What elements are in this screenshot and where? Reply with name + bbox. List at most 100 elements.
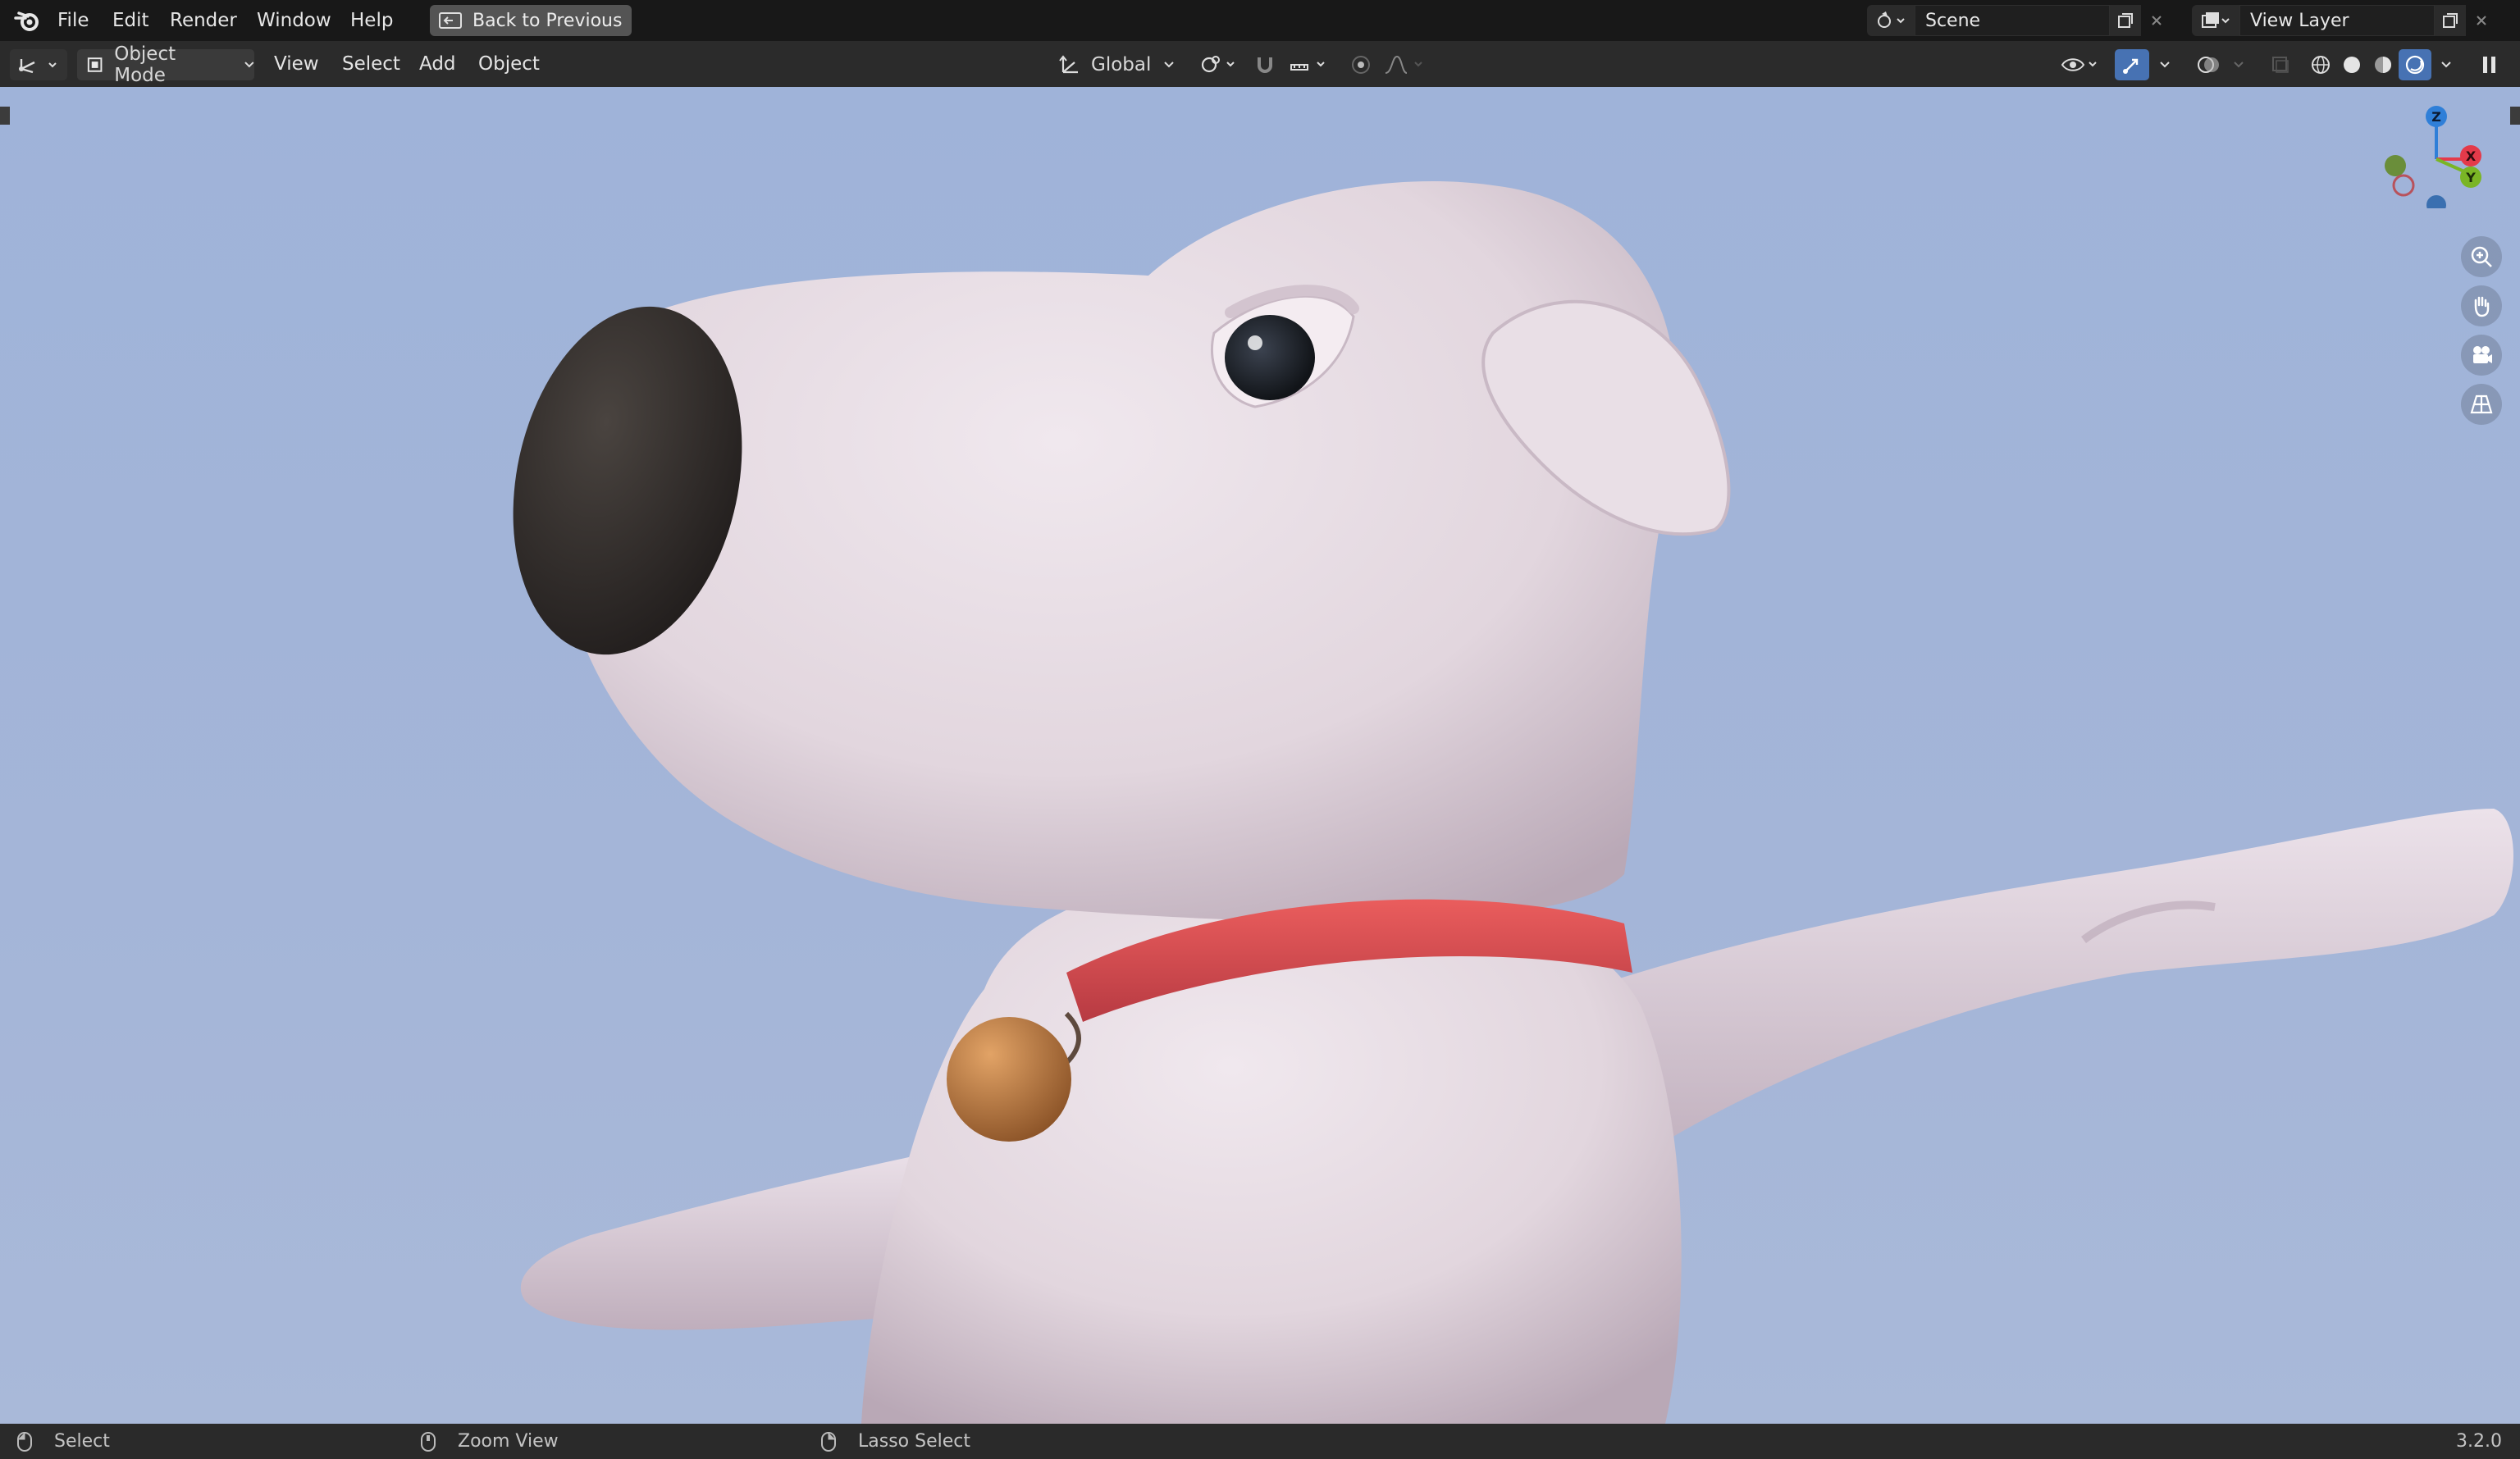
proportional-editing-toggle[interactable] (1345, 49, 1376, 80)
status-bar: Select Zoom View Lasso Select 3.2.0 (0, 1424, 2520, 1459)
status-select-label: Select (54, 1431, 110, 1452)
back-to-previous-button[interactable]: Back to Previous (430, 5, 632, 36)
blender-logo-icon[interactable] (13, 8, 41, 33)
falloff-curve-icon (1385, 55, 1422, 74)
snap-increment-icon (1290, 62, 1325, 71)
xray-toggle[interactable] (2266, 49, 2295, 80)
snap-target-dropdown[interactable] (1285, 49, 1334, 80)
gizmo-y-label: Y (2465, 170, 2476, 185)
wireframe-shading-button[interactable] (2305, 49, 2336, 80)
shading-options-dropdown[interactable] (2433, 49, 2459, 80)
view-layer-browse-dropdown[interactable] (2192, 5, 2239, 36)
chevron-down-icon (2234, 62, 2244, 68)
status-zoom-label: Zoom View (458, 1431, 559, 1452)
sidebar-expand-handle[interactable] (2510, 107, 2520, 125)
navigation-gizmo[interactable]: Z X Y (2371, 102, 2494, 208)
menu-file[interactable]: File (57, 0, 89, 41)
top-bar: File Edit Render Window Help Back to Pre… (0, 0, 2520, 41)
zoom-icon (2471, 246, 2492, 267)
chevron-down-icon (1164, 62, 1175, 68)
menu-view[interactable]: View (274, 41, 319, 87)
pivot-icon (1201, 56, 1235, 73)
pan-view-button[interactable] (2461, 285, 2502, 326)
menu-help[interactable]: Help (350, 0, 393, 41)
scene-selector[interactable]: Scene (1867, 5, 2179, 36)
overlays-toggle[interactable] (2190, 49, 2226, 80)
menu-render[interactable]: Render (170, 0, 237, 41)
dog-collar-bell (947, 1017, 1071, 1142)
hand-pan-icon (2474, 296, 2490, 317)
duplicate-icon (2443, 13, 2458, 28)
perspective-toggle-button[interactable] (2461, 384, 2502, 425)
pivot-point-dropdown[interactable] (1194, 49, 1242, 80)
magnet-icon (1258, 57, 1272, 73)
dog-head (555, 180, 1677, 922)
3d-viewport-editor-icon (19, 59, 57, 74)
overlays-dropdown[interactable] (2226, 49, 2251, 80)
mouse-right-click-icon (821, 1431, 836, 1452)
gizmo-x-label: X (2466, 148, 2477, 164)
zoom-view-button[interactable] (2461, 236, 2502, 277)
solid-sphere-icon (2344, 57, 2360, 73)
wireframe-sphere-icon (2312, 56, 2330, 74)
gizmo-z-label: Z (2431, 109, 2441, 125)
new-scene-button[interactable] (2110, 5, 2141, 36)
toolbar-expand-handle[interactable] (0, 107, 10, 125)
visibility-dropdown[interactable] (2057, 49, 2105, 80)
status-lasso-label: Lasso Select (858, 1431, 970, 1452)
transform-orientation-dropdown[interactable]: Global (1053, 49, 1185, 80)
view-layer-selector[interactable]: View Layer (2192, 5, 2504, 36)
status-select-hint: Select (16, 1424, 110, 1459)
object-mode-icon (87, 57, 103, 72)
mode-label: Object Mode (114, 43, 176, 86)
status-zoom-hint: Zoom View (420, 1424, 559, 1459)
back-arrow-icon (439, 12, 462, 29)
delete-view-layer-button[interactable] (2466, 5, 2497, 36)
menu-select[interactable]: Select (342, 41, 400, 87)
object-mode-dropdown[interactable]: Object Mode (77, 43, 254, 86)
overlays-icon (2198, 57, 2219, 73)
rendered-shading-button[interactable] (2399, 49, 2431, 80)
pause-icon (2483, 57, 2495, 73)
gizmo-dropdown[interactable] (2149, 49, 2180, 80)
snap-toggle[interactable] (1249, 49, 1281, 80)
chevron-down-icon (2160, 62, 2170, 68)
proportional-falloff-dropdown[interactable] (1380, 49, 1431, 80)
back-button-label: Back to Previous (472, 10, 623, 31)
status-lasso-hint: Lasso Select (820, 1424, 970, 1459)
menu-add[interactable]: Add (419, 41, 456, 87)
solid-shading-button[interactable] (2336, 49, 2367, 80)
close-icon (2477, 16, 2486, 25)
menu-edit[interactable]: Edit (112, 0, 149, 41)
camera-icon (2473, 346, 2492, 363)
scene-icon (1878, 11, 1905, 28)
pause-render-button[interactable] (2472, 49, 2507, 80)
eye-icon (2061, 58, 2097, 71)
dog-eye-highlight (1248, 335, 1262, 350)
editor-type-dropdown[interactable] (10, 49, 67, 80)
new-view-layer-button[interactable] (2435, 5, 2466, 36)
camera-view-button[interactable] (2461, 335, 2502, 376)
gizmo-icon (2123, 58, 2139, 74)
orientation-axes-icon (1059, 55, 1078, 74)
menu-window[interactable]: Window (257, 0, 331, 41)
proportional-edit-icon (1352, 56, 1370, 74)
scene-name-field[interactable]: Scene (1915, 5, 2110, 36)
view-layer-icon (2202, 12, 2230, 28)
menu-object[interactable]: Object (478, 41, 540, 87)
material-sphere-icon (2375, 57, 2391, 73)
chevron-down-icon (2441, 62, 2451, 68)
viewport-header: Object Mode View Select Add Object Globa… (0, 41, 2520, 88)
scene-browse-dropdown[interactable] (1867, 5, 1915, 36)
material-preview-button[interactable] (2367, 49, 2399, 80)
dog-eye (1225, 315, 1315, 400)
3d-viewport[interactable]: Z X Y (0, 87, 2520, 1424)
chevron-down-icon (244, 62, 254, 68)
delete-scene-button[interactable] (2141, 5, 2172, 36)
mouse-middle-click-icon (421, 1431, 436, 1452)
version-label: 3.2.0 (2456, 1431, 2502, 1452)
orientation-label: Global (1091, 54, 1152, 75)
gizmo-toggle[interactable] (2115, 49, 2149, 80)
view-layer-name-field[interactable]: View Layer (2239, 5, 2435, 36)
rendered-scene (513, 180, 2513, 1424)
